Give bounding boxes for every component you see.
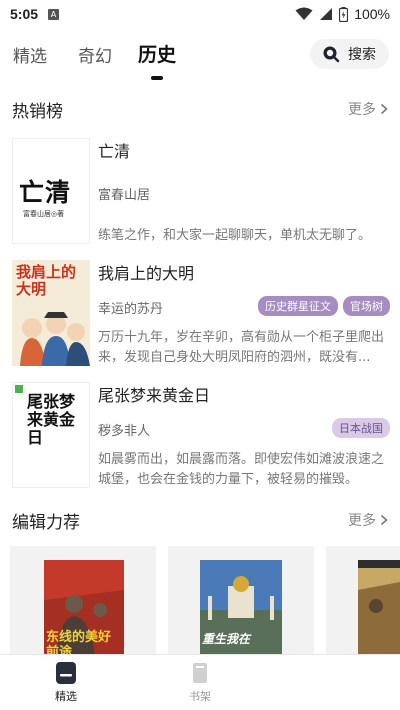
cover-title-text: 亡清: [19, 178, 72, 207]
book-author: 秽多非人: [98, 424, 151, 439]
book-cover: 我肩上的大明: [12, 260, 90, 366]
search-icon: [323, 46, 340, 63]
hot-more-link[interactable]: 更多: [348, 99, 388, 119]
category-tabs: 精选 奇幻 历史 搜索: [0, 36, 400, 80]
nav-label: 精选: [55, 690, 77, 703]
status-right: 100%: [295, 6, 390, 22]
more-label: 更多: [348, 513, 376, 529]
book-author: 幸运的苏丹: [98, 302, 164, 317]
more-label: 更多: [348, 102, 376, 118]
section-title-hot: 热销榜: [12, 101, 63, 122]
cover-illustration: [358, 560, 400, 666]
notification-icon: A: [48, 8, 60, 20]
editor-more-link[interactable]: 更多: [348, 510, 388, 530]
book-cover: [358, 560, 400, 666]
status-bar: 5:05 A 100%: [0, 0, 400, 28]
search-label: 搜索: [348, 47, 376, 63]
tab-lishi[interactable]: 历史: [138, 40, 176, 67]
battery-level: 100%: [354, 6, 390, 22]
book-item[interactable]: 亡清 富春山居◎著 亡清 富春山居 练笔之作，和大家一起聊聊天，单机太无聊了。: [12, 138, 390, 248]
book-cover: 亡清 富春山居◎著: [12, 138, 90, 244]
bookshelf-icon: [193, 663, 207, 683]
book-description: 如晨雾而出，如晨露而落。即使宏伟如滩波浪速之城堡，也会在金钱的力量下，被轻易的摧…: [98, 452, 385, 487]
section-title-editor: 编辑力荐: [12, 512, 80, 533]
tag-badge: 官场树: [343, 296, 390, 316]
recommend-card[interactable]: 东线的美好前途: [10, 546, 156, 666]
book-description: 万历十九年，岁在辛卯，高有勋从一个柜子里爬出来，发现自己身处大明凤阳府的泗州，既…: [98, 330, 385, 365]
tag-badge: 历史群星征文: [258, 296, 338, 316]
search-button[interactable]: 搜索: [310, 39, 389, 69]
book-author: 富春山居: [98, 188, 151, 203]
book-description: 练笔之作，和大家一起聊聊天，单机太无聊了。: [98, 228, 372, 243]
book-cover: 东线的美好前途: [44, 560, 124, 666]
chevron-right-icon: [380, 514, 388, 526]
cover-title-text: 尾张梦来黄金日: [27, 392, 76, 447]
nav-item-jingxuan[interactable]: 精选: [36, 661, 96, 704]
book-cover: 重生我在: [200, 560, 282, 666]
home-icon: [56, 662, 76, 684]
bottom-nav: 精选 书架: [0, 654, 400, 710]
book-tags: 历史群星征文 官场树: [258, 296, 390, 316]
tab-indicator: [151, 76, 163, 80]
chevron-right-icon: [380, 103, 388, 115]
hot-section-header: 热销榜 更多: [12, 97, 388, 122]
book-item[interactable]: 尾张梦来黄金日 尾张梦来黄金日 秽多非人 日本战国 如晨雾而出，如晨露而落。即使…: [12, 382, 390, 492]
book-cover: 尾张梦来黄金日: [12, 382, 90, 488]
battery-icon: [339, 6, 349, 22]
cover-badge: [15, 385, 23, 393]
tab-qihuan[interactable]: 奇幻: [78, 42, 112, 67]
cover-author-text: 富春山居◎著: [23, 210, 65, 218]
book-item[interactable]: 我肩上的大明 我肩上的大明 幸运的苏丹 历史群星征文 官场树 万历十九年，岁在辛…: [12, 260, 390, 370]
cover-illustration: [200, 560, 282, 666]
status-time: 5:05: [10, 6, 39, 22]
book-title: 我肩上的大明: [98, 264, 195, 283]
book-tags: 日本战国: [332, 418, 390, 438]
signal-icon: [320, 8, 333, 20]
cover-title-text: 重生我在: [202, 632, 251, 646]
recommend-card[interactable]: 重生我在: [168, 546, 314, 666]
book-title: 尾张梦来黄金日: [98, 386, 211, 405]
nav-item-shujia[interactable]: 书架: [170, 661, 230, 704]
cover-title-text: 我肩上的大明: [16, 263, 77, 298]
recommend-card[interactable]: [326, 546, 400, 666]
nav-label: 书架: [189, 690, 211, 703]
wifi-icon: [295, 7, 313, 20]
tab-jingxuan[interactable]: 精选: [13, 42, 47, 67]
tag-badge: 日本战国: [332, 418, 390, 438]
book-title: 亡清: [98, 142, 131, 161]
editor-section-header: 编辑力荐 更多: [12, 508, 388, 533]
